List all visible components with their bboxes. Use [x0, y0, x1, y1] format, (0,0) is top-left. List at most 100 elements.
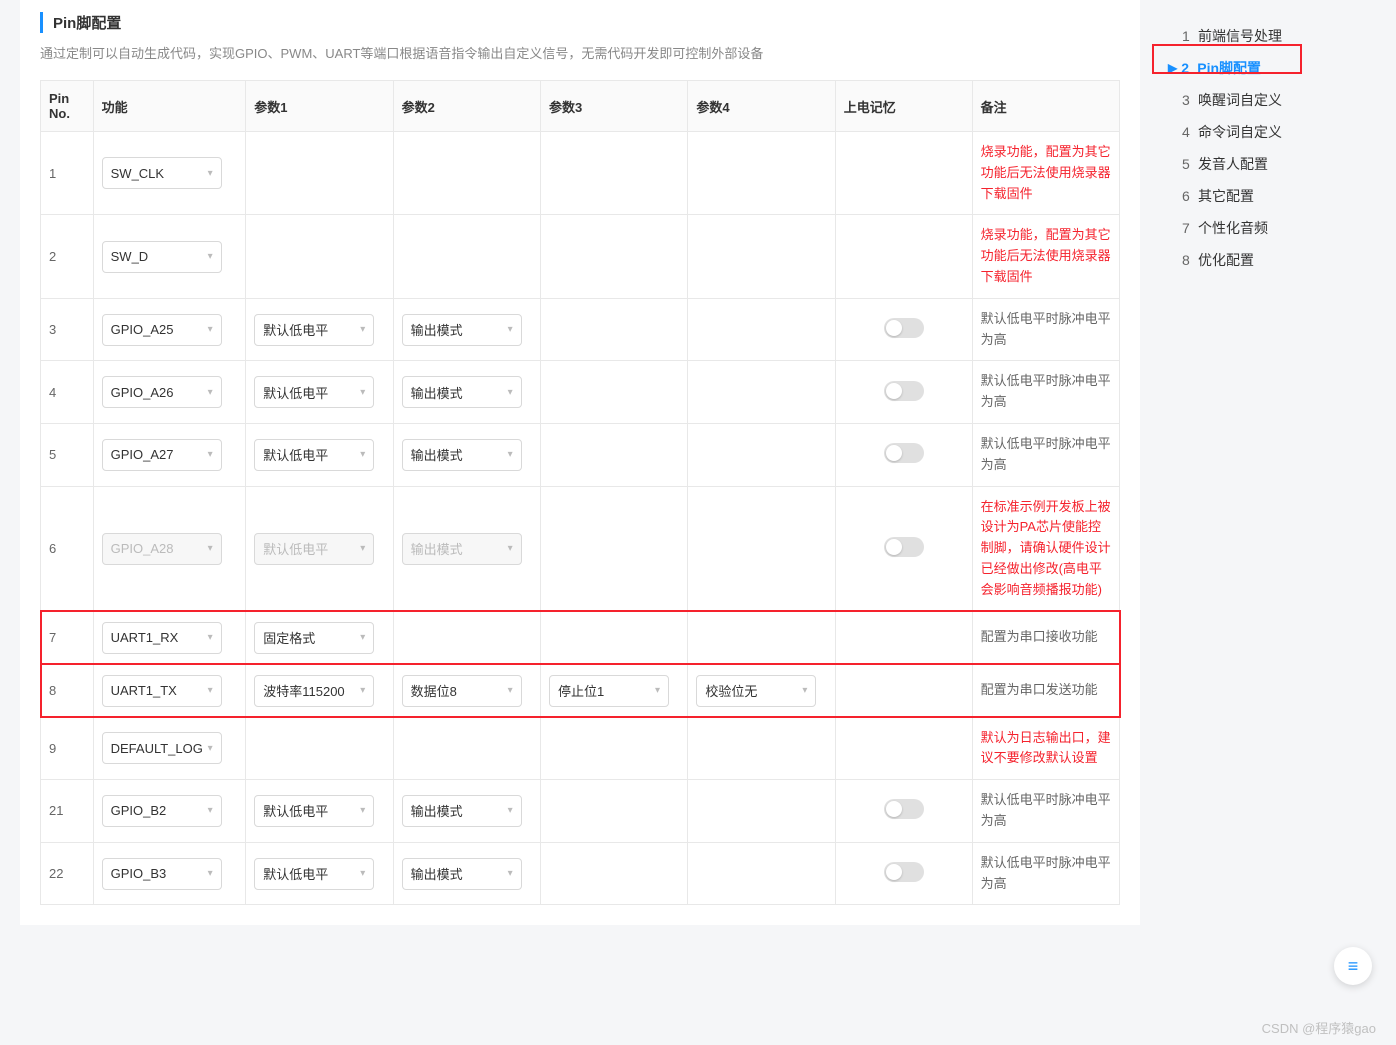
- param1-select[interactable]: 波特率115200▾: [254, 675, 374, 707]
- note-cell: 默认为日志输出口，建议不要修改默认设置: [972, 717, 1119, 780]
- float-menu-button[interactable]: ≡: [1334, 947, 1372, 985]
- note-cell: 烧录功能，配置为其它功能后无法使用烧录器下载固件: [972, 132, 1119, 215]
- memory-toggle[interactable]: [884, 799, 924, 819]
- table-row: 9DEFAULT_LOG▾ 默认为日志输出口，建议不要修改默认设置: [41, 717, 1120, 780]
- table-row: 8UART1_TX▾ 波特率115200▾ 数据位8▾ 停止位1▾ 校验位无▾ 配置为串口…: [41, 664, 1120, 717]
- chevron-down-icon: ▾: [208, 805, 213, 816]
- param4-select[interactable]: 校验位无▾: [696, 675, 816, 707]
- pin-no-cell: 4: [41, 361, 94, 424]
- memory-toggle[interactable]: [884, 443, 924, 463]
- param1-select[interactable]: 默认低电平▾: [254, 795, 374, 827]
- chevron-down-icon: ▾: [208, 868, 213, 879]
- section-description: 通过定制可以自动生成代码，实现GPIO、PWM、UART等端口根据语音指令输出自…: [40, 43, 1120, 62]
- pin-no-cell: 22: [41, 842, 94, 905]
- note-cell: 默认低电平时脉冲电平为高: [972, 361, 1119, 424]
- note-cell: 默认低电平时脉冲电平为高: [972, 298, 1119, 361]
- param2-select[interactable]: 输出模式▾: [402, 858, 522, 890]
- th-p2: 参数2: [393, 81, 540, 132]
- param1-select[interactable]: 固定格式▾: [254, 622, 374, 654]
- chevron-down-icon: ▾: [508, 324, 513, 335]
- chevron-down-icon: ▾: [508, 387, 513, 398]
- table-row: 1SW_CLK▾ 烧录功能，配置为其它功能后无法使用烧录器下载固件: [41, 132, 1120, 215]
- func-select[interactable]: UART1_RX▾: [102, 622, 222, 654]
- param1-select[interactable]: 默认低电平▾: [254, 376, 374, 408]
- chevron-down-icon: ▾: [208, 449, 213, 460]
- toc-label: Pin脚配置: [1197, 58, 1261, 78]
- note-cell: 默认低电平时脉冲电平为高: [972, 842, 1119, 905]
- pin-no-cell: 2: [41, 215, 94, 298]
- chevron-down-icon: ▾: [208, 632, 213, 643]
- pin-no-cell: 1: [41, 132, 94, 215]
- memory-toggle[interactable]: [884, 862, 924, 882]
- note-cell: 默认低电平时脉冲电平为高: [972, 780, 1119, 843]
- pin-no-cell: 9: [41, 717, 94, 780]
- chevron-down-icon: ▾: [508, 685, 513, 696]
- pin-no-cell: 3: [41, 298, 94, 361]
- chevron-down-icon: ▾: [508, 449, 513, 460]
- func-select[interactable]: DEFAULT_LOG▾: [102, 732, 222, 764]
- func-select[interactable]: GPIO_B3▾: [102, 858, 222, 890]
- table-row: 7UART1_RX▾固定格式▾配置为串口接收功能: [41, 611, 1120, 664]
- toc-num: 5: [1182, 156, 1198, 172]
- toc-num: 4: [1182, 124, 1198, 140]
- chevron-down-icon: ▾: [360, 324, 365, 335]
- func-select[interactable]: GPIO_B2▾: [102, 795, 222, 827]
- th-p1: 参数1: [246, 81, 393, 132]
- param1-select[interactable]: 默认低电平▾: [254, 858, 374, 890]
- param3-select[interactable]: 停止位1▾: [549, 675, 669, 707]
- table-row: 6GPIO_A28▾默认低电平▾输出模式▾在标准示例开发板上被设计为PA芯片使能…: [41, 486, 1120, 611]
- func-select[interactable]: UART1_TX▾: [102, 675, 222, 707]
- toc-label: 优化配置: [1198, 250, 1254, 270]
- toc-item-4[interactable]: 4命令词自定义: [1168, 116, 1340, 148]
- pin-no-cell: 6: [41, 486, 94, 611]
- memory-toggle[interactable]: [884, 318, 924, 338]
- chevron-down-icon: ▾: [508, 868, 513, 879]
- func-select[interactable]: GPIO_A26▾: [102, 376, 222, 408]
- pin-no-cell: 7: [41, 611, 94, 664]
- chevron-down-icon: ▾: [208, 324, 213, 335]
- param1-select[interactable]: 默认低电平▾: [254, 314, 374, 346]
- toc-item-7[interactable]: 7个性化音频: [1168, 212, 1340, 244]
- watermark: CSDN @程序猿gao: [1262, 1018, 1376, 1037]
- chevron-down-icon: ▾: [360, 632, 365, 643]
- toc-num: 3: [1182, 92, 1198, 108]
- chevron-down-icon: ▾: [208, 168, 213, 179]
- memory-toggle[interactable]: [884, 381, 924, 401]
- param2-select[interactable]: 输出模式▾: [402, 795, 522, 827]
- pin-no-cell: 8: [41, 664, 94, 717]
- toc-item-1[interactable]: 1前端信号处理: [1168, 20, 1340, 52]
- chevron-down-icon: ▾: [360, 868, 365, 879]
- param2-select[interactable]: 数据位8▾: [402, 675, 522, 707]
- param2-select[interactable]: 输出模式▾: [402, 439, 522, 471]
- toc-item-3[interactable]: 3唤醒词自定义: [1168, 84, 1340, 116]
- toc-item-2[interactable]: ▶2Pin脚配置: [1168, 52, 1340, 84]
- toc-label: 前端信号处理: [1198, 26, 1282, 46]
- param2-select[interactable]: 输出模式▾: [402, 314, 522, 346]
- chevron-down-icon: ▾: [802, 685, 807, 696]
- note-cell: 配置为串口发送功能: [972, 664, 1119, 717]
- param2-select[interactable]: 输出模式▾: [402, 376, 522, 408]
- func-select[interactable]: SW_CLK▾: [102, 157, 222, 189]
- param1-select[interactable]: 默认低电平▾: [254, 439, 374, 471]
- chevron-down-icon: ▾: [208, 387, 213, 398]
- toc-num: 1: [1182, 28, 1198, 44]
- chevron-down-icon: ▾: [208, 743, 213, 754]
- toc-label: 唤醒词自定义: [1198, 90, 1282, 110]
- chevron-down-icon: ▾: [360, 805, 365, 816]
- caret-right-icon: ▶: [1168, 61, 1177, 75]
- toc-num: 7: [1182, 220, 1198, 236]
- toc-num: 8: [1182, 252, 1198, 268]
- func-select[interactable]: GPIO_A25▾: [102, 314, 222, 346]
- toc-sidebar: 1前端信号处理▶2Pin脚配置3唤醒词自定义4命令词自定义5发音人配置6其它配置…: [1140, 0, 1340, 925]
- toc-item-8[interactable]: 8优化配置: [1168, 244, 1340, 276]
- chevron-down-icon: ▾: [360, 387, 365, 398]
- func-select[interactable]: SW_D▾: [102, 241, 222, 273]
- table-row: 5GPIO_A27▾默认低电平▾输出模式▾默认低电平时脉冲电平为高: [41, 423, 1120, 486]
- toc-item-6[interactable]: 6其它配置: [1168, 180, 1340, 212]
- toc-item-5[interactable]: 5发音人配置: [1168, 148, 1340, 180]
- toc-label: 个性化音频: [1198, 218, 1268, 238]
- func-select[interactable]: GPIO_A27▾: [102, 439, 222, 471]
- chevron-down-icon: ▾: [508, 805, 513, 816]
- chevron-down-icon: ▾: [208, 251, 213, 262]
- note-cell: 在标准示例开发板上被设计为PA芯片使能控制脚，请确认硬件设计已经做出修改(高电平…: [972, 486, 1119, 611]
